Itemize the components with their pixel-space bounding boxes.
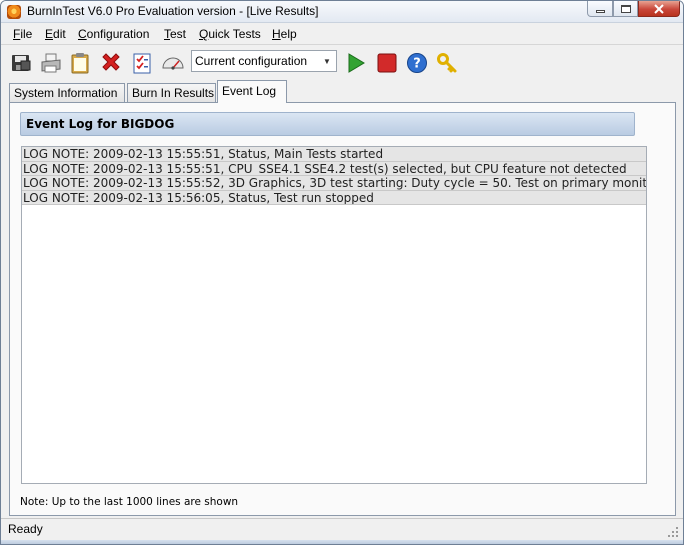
tab-system-information[interactable]: System Information [9,83,125,103]
menu-bar: File Edit Configuration Test Quick Tests… [1,24,683,45]
menu-file[interactable]: File [12,27,33,41]
stop-icon [377,53,397,73]
app-window: BurnInTest V6.0 Pro Evaluation version -… [0,0,684,545]
start-test-button[interactable] [344,51,368,75]
gauge-icon [162,57,184,70]
print-icon [41,53,61,73]
print-button[interactable] [39,51,63,75]
menu-edit[interactable]: Edit [44,27,67,41]
start-icon [348,53,365,73]
title-bar[interactable]: BurnInTest V6.0 Pro Evaluation version -… [1,1,683,23]
clear-icon [102,53,120,71]
event-log-heading: Event Log for BIGDOG [20,112,635,136]
tab-strip: System Information Burn In Results Event… [9,80,683,103]
clipboard-icon [71,53,89,74]
maximize-button[interactable] [613,1,638,17]
window-frame-bottom [1,540,683,544]
menu-help[interactable]: Help [271,27,298,41]
stop-test-button[interactable] [375,51,399,75]
app-logo-icon [7,5,21,19]
configuration-select-value: Current configuration [195,54,308,68]
log-row[interactable]: LOG NOTE: 2009-02-13 15:55:51, Status, M… [22,147,646,162]
resize-grip-icon[interactable] [667,526,679,538]
test-preferences-button[interactable] [130,51,154,75]
log-row[interactable]: LOG NOTE: 2009-02-13 15:56:05, Status, T… [22,190,646,205]
event-log-page: Event Log for BIGDOG LOG NOTE: 2009-02-1… [9,102,676,516]
chevron-down-icon[interactable]: ▼ [318,51,336,71]
tab-burn-in-results[interactable]: Burn In Results [127,83,216,103]
save-button[interactable] [9,51,33,75]
tab-event-log[interactable]: Event Log [217,80,287,103]
help-button[interactable]: ? [405,51,429,75]
status-bar: Ready [1,518,683,540]
clipboard-button[interactable] [68,51,92,75]
clear-button[interactable] [99,51,123,75]
maximize-icon [620,4,631,13]
log-row[interactable]: LOG NOTE: 2009-02-13 15:55:51, CPU_SSE4.… [22,161,646,176]
minimize-icon [595,10,605,13]
close-icon [654,3,664,14]
log-line-limit-note: Note: Up to the last 1000 lines are show… [20,496,239,508]
menu-quick-tests[interactable]: Quick Tests [198,27,262,41]
test-checklist-icon [133,53,151,74]
minimize-button[interactable] [587,1,613,17]
license-key-button[interactable] [435,51,459,75]
menu-test[interactable]: Test [163,27,187,41]
key-icon [437,53,457,73]
menu-configuration[interactable]: Configuration [77,27,150,41]
event-log-list[interactable]: LOG NOTE: 2009-02-13 15:55:51, Status, M… [21,146,647,484]
configuration-select[interactable]: Current configuration ▼ [191,50,337,72]
duty-cycle-button[interactable] [161,51,185,75]
status-text: Ready [8,522,43,536]
log-row[interactable]: LOG NOTE: 2009-02-13 15:55:52, 3D Graphi… [22,176,646,191]
save-icon [12,55,31,71]
help-icon: ? [407,53,427,73]
close-button[interactable] [638,1,680,17]
window-title: BurnInTest V6.0 Pro Evaluation version -… [27,4,319,18]
svg-text:?: ? [413,57,421,72]
toolbar: ? [1,46,683,79]
